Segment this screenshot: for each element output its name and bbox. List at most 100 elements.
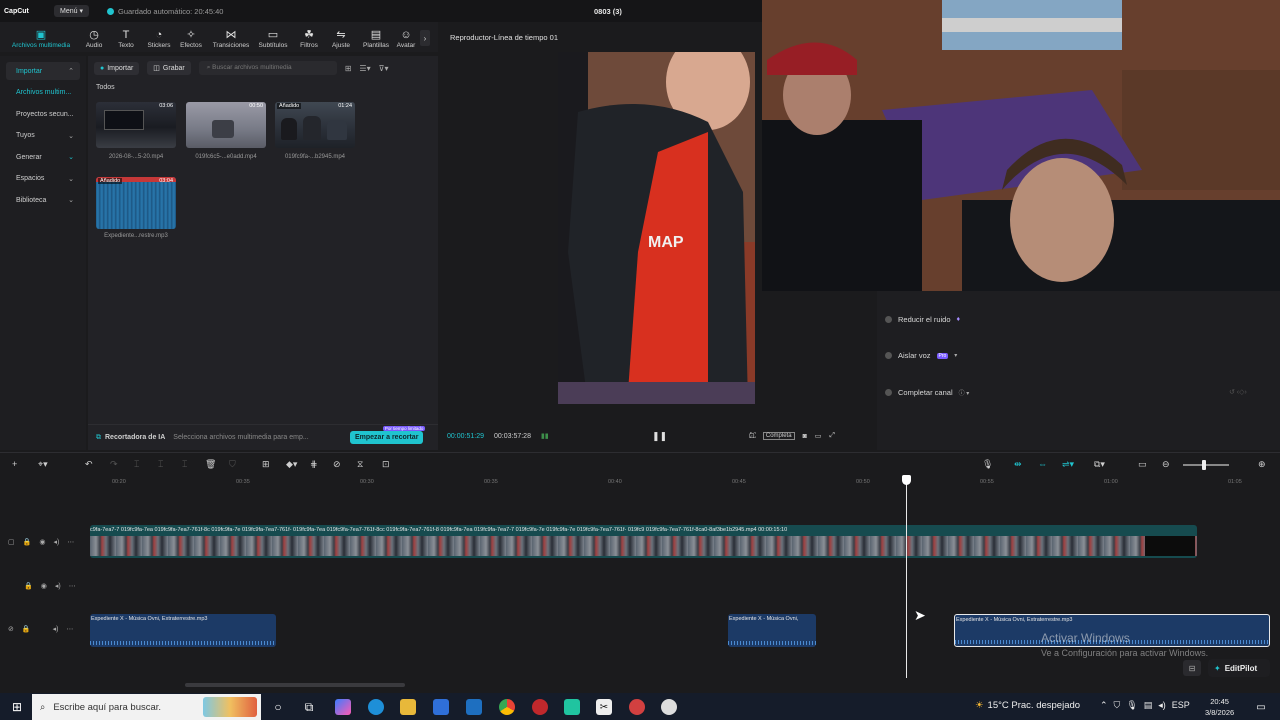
cover-icon[interactable]: ▢ — [8, 538, 15, 546]
ratio-button[interactable]: Completa — [762, 432, 795, 440]
media-clip[interactable]: 00:50 019fc6c5-...e0add.mp4 — [186, 102, 266, 160]
import-button[interactable]: ● Importar — [94, 61, 140, 75]
snap-icon[interactable]: ⇔ — [1038, 459, 1047, 469]
editpilot-button[interactable]: ✦ EditPilot — [1208, 659, 1270, 677]
task-view-icon[interactable]: ⧉ — [301, 699, 317, 715]
sort-icon[interactable]: ☰▾ — [359, 64, 370, 73]
sidebar-item-subprojects[interactable]: Proyectos secun... — [6, 105, 80, 123]
tab-adjust[interactable]: ⇋ Ajuste — [324, 24, 358, 52]
lock-icon[interactable]: 🔒 — [24, 582, 33, 590]
more-icon[interactable]: ⋯ — [66, 625, 73, 633]
store-icon[interactable] — [433, 699, 449, 715]
crop-icon[interactable]: ⊡ — [382, 459, 390, 470]
cortana-icon[interactable]: ○ — [270, 699, 286, 715]
edge-icon[interactable] — [368, 699, 384, 715]
delete-icon[interactable]: 🗑 — [205, 459, 216, 470]
speed-icon[interactable]: ⋕ — [310, 459, 318, 470]
tab-subtitles[interactable]: ▭ Subtítulos — [252, 24, 294, 52]
tab-filters[interactable]: ☘ Filtros — [294, 24, 324, 52]
weather-widget[interactable]: ☀ 15°C Prac. despejado — [975, 700, 1080, 711]
windows-start-icon[interactable]: ⊞ — [9, 699, 25, 715]
filter-icon[interactable]: ⊽▾ — [379, 64, 389, 73]
mic-icon[interactable]: 🎙 — [1126, 700, 1137, 711]
tab-transitions[interactable]: ⋈ Transiciones — [210, 24, 252, 52]
audio-clip[interactable]: Expediente X - Música Ovni, — [728, 614, 816, 647]
linkage-icon[interactable]: ⇌▾ — [1062, 459, 1074, 470]
zoom-out-icon[interactable]: ⊖ — [1162, 459, 1170, 470]
audio-toggle-icon[interactable]: ◂) — [53, 538, 59, 546]
start-trim-button[interactable]: Empezar a recortar Por tiempo limitado — [350, 426, 426, 444]
media-clip[interactable]: Añadido 03:04 Expediente...restre.mp3 — [96, 177, 176, 239]
taskbar-search-input[interactable]: ⌕ Escribe aquí para buscar. — [32, 694, 261, 720]
noise-reduction-option[interactable]: Reducir el ruido ♦ — [885, 315, 960, 324]
select-tool-icon[interactable]: ⌖▾ — [38, 459, 48, 470]
fit-icon[interactable]: ⊕ — [1258, 459, 1266, 470]
tab-effects[interactable]: ✧ Efectos — [172, 24, 210, 52]
toggle-checkbox[interactable] — [885, 352, 892, 359]
app-icon[interactable] — [532, 699, 548, 715]
more-icon[interactable]: ⋯ — [69, 582, 76, 590]
obs-icon[interactable] — [629, 699, 645, 715]
more-icon[interactable]: ⋯ — [67, 538, 74, 546]
menu-button[interactable]: Menú ▾ — [54, 5, 89, 17]
audio-clip[interactable]: Expediente X - Música Ovni, Extraterrest… — [90, 614, 276, 647]
media-search-input[interactable]: ⌕ Buscar archivos multimedia — [198, 61, 337, 75]
notification-icon[interactable]: ▭ — [1253, 699, 1269, 715]
chrome-icon[interactable] — [499, 699, 515, 715]
link-off-icon[interactable]: ⊘ — [8, 625, 14, 633]
playhead-line[interactable] — [906, 478, 907, 678]
tab-stickers[interactable]: ◔ Stickers — [146, 24, 172, 52]
app-icon[interactable] — [564, 699, 580, 715]
split-left-icon[interactable]: ⌶ — [158, 459, 163, 470]
fullscreen-icon[interactable]: ⤢ — [829, 432, 835, 440]
taskbar-clock[interactable]: 20:45 3/8/2026 — [1205, 696, 1234, 718]
feedback-icon[interactable]: ⊟ — [1183, 660, 1201, 676]
eye-icon[interactable]: ◉ — [41, 582, 47, 590]
add-track-icon[interactable]: + — [12, 459, 17, 469]
volume-icon[interactable]: ◂) — [1158, 700, 1166, 711]
complete-channel-option[interactable]: Completar canal ⓘ ▾ — [885, 388, 969, 397]
mail-icon[interactable] — [466, 699, 482, 715]
sidebar-item-import[interactable]: Importar ⌃ — [6, 62, 80, 80]
toggle-checkbox[interactable] — [885, 316, 892, 323]
caption-icon[interactable]: ▭ — [1138, 459, 1147, 470]
grid-view-icon[interactable]: ⊞ — [345, 64, 352, 73]
undo-icon[interactable]: ↶ — [85, 459, 93, 470]
media-filter-all[interactable]: Todos — [96, 84, 115, 91]
zoom-slider[interactable] — [1183, 464, 1229, 466]
media-clip[interactable]: Añadido 01:24 019fc9fa-...b2945.mp4 — [275, 102, 355, 160]
chevron-right-icon[interactable]: › — [420, 30, 430, 46]
timeline-ruler[interactable]: 00:20 00:35 00:30 00:35 00:40 00:45 00:5… — [88, 476, 1280, 488]
chevron-up-icon[interactable]: ⌃ — [1100, 700, 1108, 711]
file-explorer-icon[interactable] — [400, 699, 416, 715]
tab-audio[interactable]: ◷ Audio — [82, 24, 106, 52]
mask-icon[interactable]: ⊘ — [333, 459, 341, 470]
network-icon[interactable]: ▤ — [1144, 700, 1153, 711]
preview-axis-icon[interactable]: ⧉▾ — [1094, 459, 1105, 470]
keyframe-icon[interactable]: ↺ ‹◇› — [1229, 388, 1247, 396]
screenshot-icon[interactable]: ◙ — [803, 433, 807, 440]
media-clip[interactable]: 03:06 2026-08-...5-20.mp4 — [96, 102, 176, 160]
mirror-icon[interactable]: ⧖ — [357, 459, 363, 470]
tab-media[interactable]: ▣ Archivos multimedia — [0, 24, 82, 52]
playhead-handle[interactable] — [902, 475, 911, 485]
zoom-slider-handle[interactable] — [1202, 460, 1206, 470]
shield-icon[interactable]: ⛉ — [229, 459, 236, 470]
pause-icon[interactable]: ❚❚ — [652, 431, 667, 442]
link-icon[interactable]: ⇹ — [1014, 459, 1022, 470]
sidebar-item-spaces[interactable]: Espacios ⌄ — [6, 170, 80, 188]
toggle-checkbox[interactable] — [885, 389, 892, 396]
sidebar-item-library[interactable]: Biblioteca ⌄ — [6, 191, 80, 209]
language-indicator[interactable]: ESP — [1172, 700, 1190, 711]
isolate-voice-option[interactable]: Aislar voz Pro ▾ — [885, 351, 957, 360]
tab-templates[interactable]: ▤ Plantillas — [358, 24, 394, 52]
audio-toggle-icon[interactable]: ◂) — [53, 625, 59, 633]
sidebar-item-generate[interactable]: Generar ⌄ — [6, 148, 80, 166]
redo-icon[interactable]: ↷ — [110, 459, 118, 470]
copilot-icon[interactable] — [335, 699, 351, 715]
security-icon[interactable]: ⛉ — [1114, 700, 1121, 711]
eye-icon[interactable]: ◉ — [39, 538, 45, 546]
marker-icon[interactable]: ◆▾ — [286, 459, 297, 470]
capcut-taskbar-icon[interactable]: ✂ — [596, 699, 612, 715]
split-right-icon[interactable]: ⌶ — [182, 459, 187, 470]
